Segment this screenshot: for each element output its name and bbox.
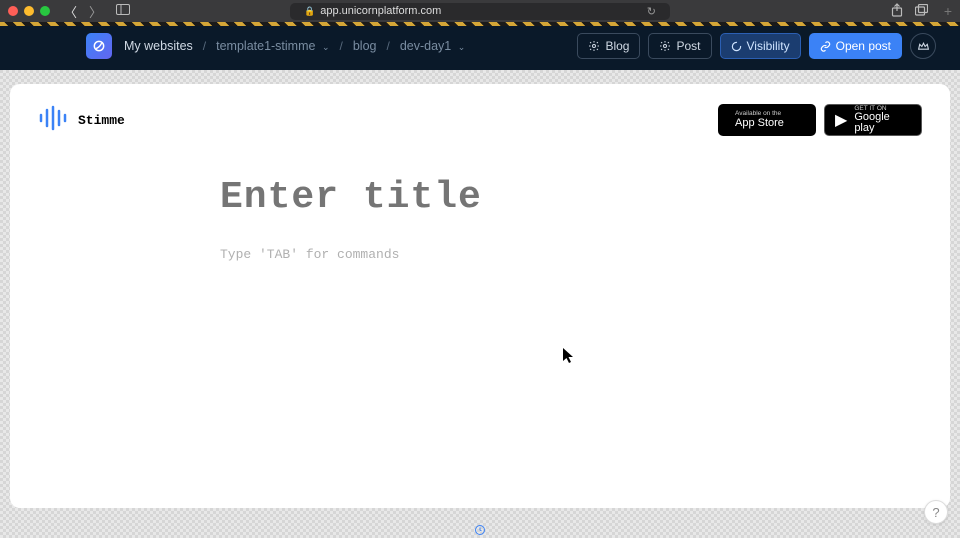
chevron-down-icon: ⌄ xyxy=(322,42,330,52)
post-button-label: Post xyxy=(676,39,700,53)
app-navbar: My websites / template1-stimme ⌄ / blog … xyxy=(0,22,960,70)
appstore-text: Available on the App Store xyxy=(735,111,784,129)
appstore-badge[interactable]: Available on the App Store xyxy=(718,104,816,136)
new-tab-icon[interactable]: + xyxy=(944,3,952,19)
link-icon xyxy=(820,41,831,52)
store-badges: Available on the App Store ▶ GET IT ON G… xyxy=(718,104,922,136)
breadcrumb-separator: / xyxy=(340,39,343,53)
bottom-status-bar xyxy=(10,523,950,537)
browser-chrome: 〈 〉 🔒 app.unicornplatform.com ↻ + xyxy=(0,0,960,22)
reload-icon[interactable]: ↻ xyxy=(647,5,656,18)
window-minimize-button[interactable] xyxy=(24,6,34,16)
editor-canvas-background: Stimme Available on the App Store ▶ GET … xyxy=(0,70,960,538)
share-icon[interactable] xyxy=(891,3,903,20)
browser-back-button[interactable]: 〈 xyxy=(64,2,77,21)
site-logo[interactable]: Stimme xyxy=(38,105,125,136)
window-close-button[interactable] xyxy=(8,6,18,16)
breadcrumb-post[interactable]: dev-day1 ⌄ xyxy=(400,39,465,53)
lock-icon: 🔒 xyxy=(304,6,315,17)
breadcrumb-separator: / xyxy=(203,39,206,53)
visibility-button[interactable]: Visibility xyxy=(720,33,801,59)
breadcrumbs: My websites / template1-stimme ⌄ / blog … xyxy=(124,39,465,53)
post-settings-button[interactable]: Post xyxy=(648,33,711,59)
browser-right-controls: + xyxy=(891,3,952,20)
browser-forward-button[interactable]: 〉 xyxy=(89,2,102,21)
googleplay-badge[interactable]: ▶ GET IT ON Google play xyxy=(824,104,922,136)
breadcrumb-separator: / xyxy=(386,39,389,53)
app-logo[interactable] xyxy=(86,33,112,59)
spinner-icon xyxy=(731,41,742,52)
editor-panel: Stimme Available on the App Store ▶ GET … xyxy=(10,84,950,508)
breadcrumb-section[interactable]: blog xyxy=(353,39,377,53)
post-body-input[interactable]: Type 'TAB' for commands xyxy=(220,247,740,262)
editor-body: Type 'TAB' for commands xyxy=(220,176,740,262)
navbar-actions: Blog Post Visibility Open post xyxy=(577,33,936,59)
site-header: Stimme Available on the App Store ▶ GET … xyxy=(38,104,922,136)
crown-icon xyxy=(917,40,930,53)
help-button[interactable]: ? xyxy=(924,500,948,524)
blog-settings-button[interactable]: Blog xyxy=(577,33,640,59)
audio-wave-icon xyxy=(38,105,68,136)
window-traffic-lights xyxy=(8,6,50,16)
google-play-icon: ▶ xyxy=(835,110,847,130)
browser-nav-arrows: 〈 〉 xyxy=(64,2,102,21)
appstore-big-text: App Store xyxy=(735,118,784,129)
tabs-icon[interactable] xyxy=(915,4,928,19)
url-text: app.unicornplatform.com xyxy=(320,5,441,17)
open-post-label: Open post xyxy=(836,39,891,53)
window-maximize-button[interactable] xyxy=(40,6,50,16)
open-post-button[interactable]: Open post xyxy=(809,33,902,59)
clock-icon[interactable] xyxy=(474,524,486,536)
site-name: Stimme xyxy=(78,113,125,128)
blog-button-label: Blog xyxy=(605,39,629,53)
visibility-button-label: Visibility xyxy=(747,39,790,53)
help-icon: ? xyxy=(932,505,939,520)
post-title-input[interactable] xyxy=(220,176,740,219)
upgrade-button[interactable] xyxy=(910,33,936,59)
googleplay-text: GET IT ON Google play xyxy=(854,106,911,135)
breadcrumb-site-label: template1-stimme xyxy=(216,39,315,53)
hazard-strip xyxy=(0,22,960,26)
gear-icon xyxy=(659,40,671,52)
gear-icon xyxy=(588,40,600,52)
browser-sidebar-icon[interactable] xyxy=(116,4,130,18)
breadcrumb-home[interactable]: My websites xyxy=(124,39,193,53)
google-big-text: Google play xyxy=(854,112,911,134)
breadcrumb-site[interactable]: template1-stimme ⌄ xyxy=(216,39,329,53)
breadcrumb-post-label: dev-day1 xyxy=(400,39,451,53)
browser-url-bar[interactable]: 🔒 app.unicornplatform.com ↻ xyxy=(290,3,670,20)
chevron-down-icon: ⌄ xyxy=(458,42,466,52)
